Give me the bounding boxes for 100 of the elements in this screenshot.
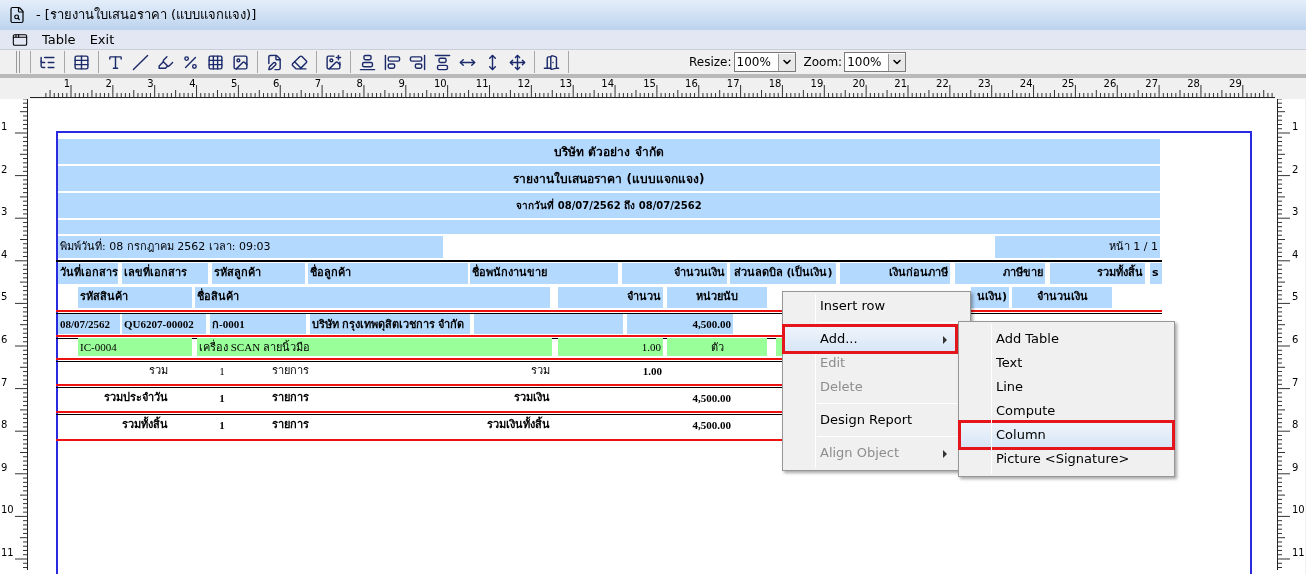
ruler-number: 10 [1, 504, 14, 516]
menu-bar-item[interactable]: Table [42, 29, 76, 50]
ruler-number: 5 [230, 78, 238, 90]
report-field: QU6207-00002 [122, 314, 206, 334]
report-field: รวมเงินทั้งสิ้น [420, 416, 552, 435]
ruler-number: 2 [1, 163, 8, 175]
ruler-number: 9 [1, 461, 8, 473]
menu-item[interactable]: Compute [961, 399, 1172, 423]
report-field: ตัว [667, 338, 767, 356]
ruler-number: 6 [1, 334, 8, 345]
ruler-number: 9 [397, 78, 405, 90]
ruler-number: 27 [1144, 78, 1159, 90]
report-field: นเงิน) [971, 287, 1009, 308]
ruler-number: 22 [935, 78, 949, 90]
report-field: รวม [60, 362, 170, 381]
ruler-number: 5 [1, 291, 8, 303]
report-field: จำนวนเงิน [622, 263, 727, 284]
ruler-number: 21 [893, 78, 907, 90]
menu-item[interactable]: Add Table [961, 327, 1172, 351]
report-field: รหัสลูกค้า [212, 263, 305, 284]
ruler-number: 1 [1292, 121, 1299, 132]
report-field: รวมทั้งสิ้น [60, 416, 170, 435]
ruler-number: 28 [1186, 78, 1200, 90]
combo-label: Zoom: [803, 54, 843, 71]
report-field: รายการ [270, 389, 350, 408]
report-field: หน้า 1 / 1 [995, 236, 1160, 258]
dropdown-caret-icon [888, 53, 906, 71]
report-field: ภาษีขาย [955, 263, 1045, 284]
ruler-number: 7 [313, 78, 322, 90]
report-field: รายการ [270, 362, 350, 381]
ruler-number: 8 [355, 78, 363, 90]
report-field: รายการ [270, 416, 350, 435]
menu-item[interactable]: Line [961, 375, 1172, 399]
ruler-number: 3 [1292, 206, 1299, 218]
report-field: 1.00 [558, 338, 663, 356]
report-field: บริษัท กรุงเทพดุสิตเวชการ จำกัด [310, 314, 470, 334]
ruler-number: 16 [684, 78, 698, 90]
ruler-number: 2 [1292, 163, 1299, 175]
combo-field[interactable]: 100% [844, 52, 907, 72]
ruler-number: 13 [558, 78, 573, 90]
report-field: 1 [205, 416, 239, 435]
menu-item[interactable]: Text [961, 351, 1172, 375]
menu-item[interactable]: Picture <Signature> [961, 447, 1172, 471]
report-field: รหัสสินค้า [78, 287, 192, 308]
report-field: 08/07/2562 [58, 314, 120, 334]
ruler-number: 18 [767, 78, 782, 90]
ruler-number: 25 [1060, 78, 1075, 90]
report-field: 1.00 [558, 362, 664, 381]
combo-field[interactable]: 100% [733, 52, 796, 72]
report-field: หน่วยนับ [667, 287, 767, 308]
ruler-number: 1 [1, 121, 8, 132]
ruler-number: 3 [1, 206, 8, 218]
report-field: 4,500.00 [627, 416, 733, 435]
report-field: รวมทั้งสิ้น [1050, 263, 1145, 284]
ruler-number: 12 [516, 78, 531, 90]
menu-item[interactable]: Add... [785, 327, 955, 351]
report-field: s [1150, 263, 1162, 284]
ruler-number: 11 [474, 78, 489, 90]
ruler-number: 4 [1292, 248, 1299, 260]
menu-bar-item[interactable]: Exit [89, 29, 115, 50]
report-field: จำนวนเงิน [1012, 287, 1112, 308]
report-field: รวม [420, 362, 552, 381]
ruler-number: 10 [432, 78, 447, 90]
ruler-number: 20 [851, 78, 866, 90]
ruler-number: 19 [809, 78, 824, 90]
report-field: ชื่อพนักงานขาย [470, 263, 618, 284]
ruler-number: 7 [1, 376, 8, 388]
ruler-number: 8 [1, 419, 8, 431]
report-title: จากวันที่ 08/07/2562 ถึง 08/07/2562 [58, 193, 1160, 218]
report-field: ก-0001 [210, 314, 306, 334]
report-preview-icon [8, 6, 26, 24]
ruler-number: 9 [1292, 461, 1299, 473]
ruler-number: 7 [1292, 376, 1299, 388]
report-field: จำนวน [558, 287, 663, 308]
report-title: บริษัท ตัวอย่าง จำกัด [58, 139, 1160, 164]
ruler-number: 10 [1292, 504, 1305, 516]
report-field: พิมพ์วันที่: 08 กรกฎาคม 2562 เวลา: 09:03 [58, 236, 443, 258]
ruler-number: 4 [188, 78, 196, 90]
ruler-number: 24 [1018, 78, 1033, 90]
report-field: ส่วนลดบิล (เป็นเงิน) [730, 263, 836, 284]
window-title: - [รายงานใบเสนอราคา (แบบแจกแจง)] [36, 6, 257, 25]
ruler-number: 14 [600, 78, 615, 90]
ruler-number: 11 [1, 547, 14, 558]
ruler-number: 6 [1292, 334, 1299, 345]
report-field: รวมเงิน [420, 389, 552, 408]
menu-item[interactable]: Column [961, 423, 1172, 447]
report-title: รายงานใบเสนอราคา (แบบแจกแจง) [58, 166, 1160, 191]
ruler-number: 4 [1, 248, 8, 260]
report-field: 4,500.00 [627, 389, 733, 408]
ruler-number: 6 [271, 78, 280, 90]
ruler-number: 5 [1292, 291, 1299, 303]
ruler-number: 11 [1292, 547, 1305, 558]
report-field: เครื่อง SCAN ลายนิ้วมือ [197, 338, 552, 356]
report-field: เงินก่อนภาษี [840, 263, 950, 284]
combo-label: Resize: [689, 54, 732, 71]
menu-item[interactable]: Insert row [785, 294, 955, 318]
window-menu-icon [12, 31, 28, 48]
ruler-number: 17 [725, 78, 740, 90]
menu-item[interactable]: Design Report [785, 408, 955, 432]
report-field: 1 [205, 389, 239, 408]
